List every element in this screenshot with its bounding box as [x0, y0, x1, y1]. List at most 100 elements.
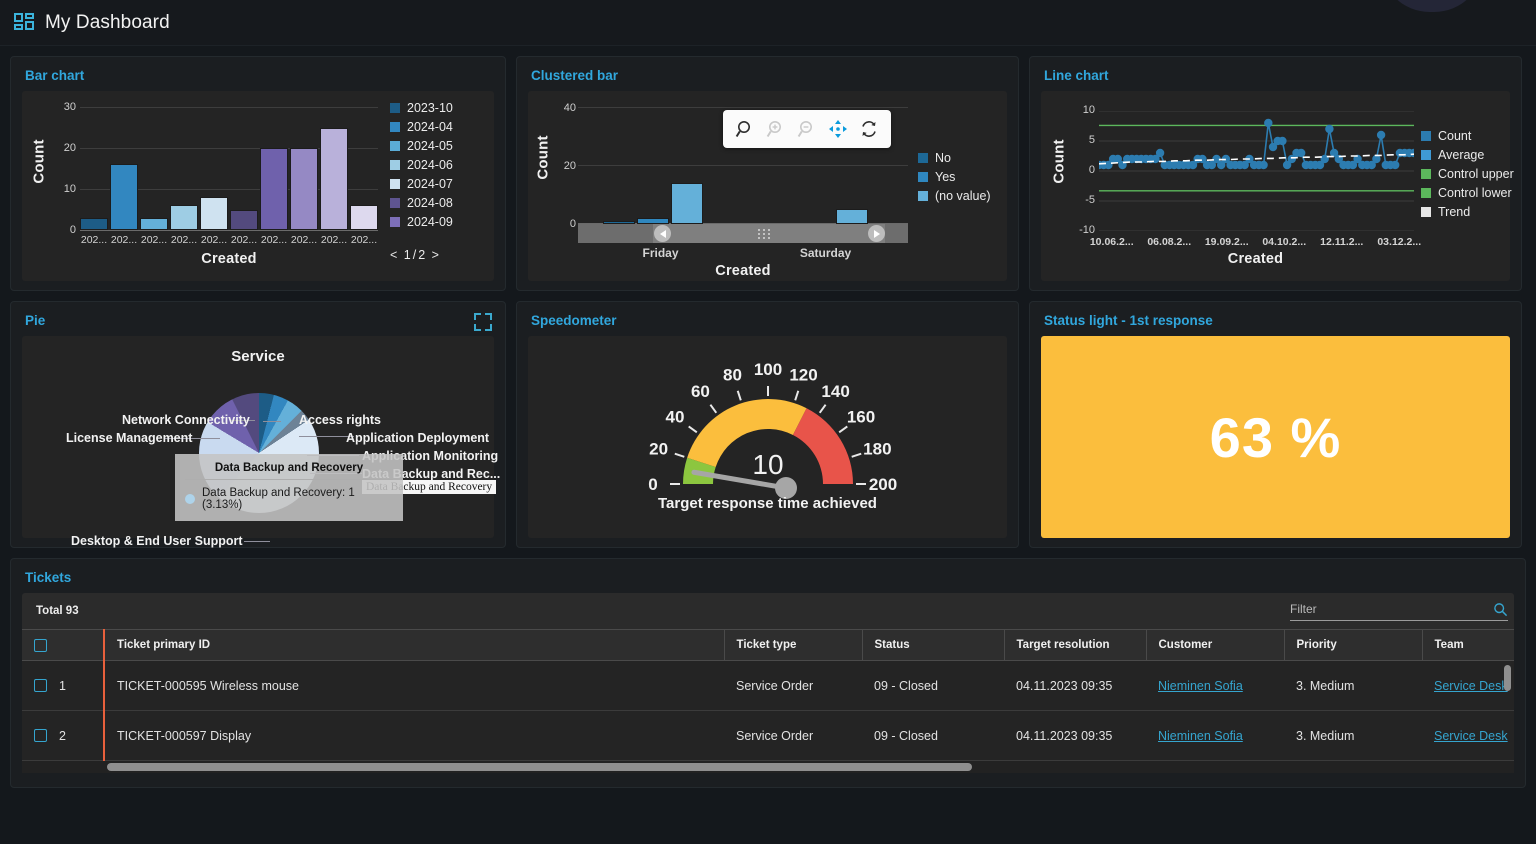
legend-prev-page[interactable]: < [390, 248, 399, 262]
bar[interactable] [290, 148, 318, 230]
link-team[interactable]: Service Desk [1434, 729, 1508, 743]
legend-item-label: 2024-07 [407, 177, 453, 191]
gauge-tick-label: 80 [723, 366, 742, 385]
clustered-bar[interactable] [836, 209, 868, 224]
search-icon[interactable] [1493, 602, 1508, 617]
tickets-header-row: Ticket primary IDTicket typeStatusTarget… [22, 630, 1514, 661]
column-header-primary_id[interactable]: Ticket primary ID [104, 630, 724, 661]
row-checkbox[interactable] [34, 679, 47, 692]
bar[interactable] [350, 205, 378, 230]
legend-item[interactable]: 2024-08 [390, 196, 453, 210]
clustered-bar[interactable] [671, 183, 703, 224]
legend-color-swatch [390, 160, 400, 170]
data-point[interactable] [1297, 149, 1305, 157]
gauge-tick-label: 0 [648, 475, 657, 494]
tickets-table-scroll[interactable]: Ticket primary IDTicket typeStatusTarget… [22, 629, 1514, 761]
bar[interactable] [320, 128, 348, 231]
legend-item[interactable]: Average [1421, 148, 1514, 162]
data-point[interactable] [1278, 137, 1286, 145]
link-customer[interactable]: Nieminen Sofia [1158, 679, 1243, 693]
legend-item[interactable]: Control upper [1421, 167, 1514, 181]
select-all-checkbox[interactable] [34, 639, 47, 652]
pan-move-icon[interactable] [828, 119, 848, 139]
x-tick: 202... [200, 234, 228, 246]
x-tick: 10.06.2... [1083, 236, 1141, 248]
legend-item[interactable]: 2023-10 [390, 101, 453, 115]
tickets-filter-group[interactable] [1290, 602, 1508, 621]
bar[interactable] [110, 164, 138, 230]
table-row[interactable]: 1TICKET-000595 Wireless mouseService Ord… [22, 661, 1514, 711]
drag-grip-icon[interactable] [758, 229, 772, 238]
line-chart-plot-area: Count 10 5 0 -5 -10 10.06.2...06.08.2...… [1041, 91, 1510, 281]
cell-status: 09 - Closed [862, 711, 1004, 761]
legend-item[interactable]: 2024-06 [390, 158, 453, 172]
data-point[interactable] [1156, 149, 1164, 157]
column-header-status[interactable]: Status [862, 630, 1004, 661]
table-row[interactable]: 2TICKET-000597 DisplayService Order09 - … [22, 711, 1514, 761]
data-point[interactable] [1264, 119, 1272, 127]
zoom-out-icon[interactable] [797, 119, 817, 139]
legend-item[interactable]: 2024-04 [390, 120, 453, 134]
legend-item[interactable]: Control lower [1421, 186, 1514, 200]
zoom-select-icon[interactable] [735, 119, 755, 139]
column-header-customer[interactable]: Customer [1146, 630, 1284, 661]
row-index: 2 [59, 729, 66, 743]
bar-chart-bars-wrap [80, 107, 378, 230]
tickets-horizontal-scrollbar[interactable] [22, 761, 1514, 773]
reset-refresh-icon[interactable] [859, 119, 879, 139]
gauge-tick [710, 405, 716, 413]
tickets-horizontal-scrollbar-thumb[interactable] [107, 763, 972, 771]
bar[interactable] [200, 197, 228, 230]
zoom-in-icon[interactable] [766, 119, 786, 139]
legend-item-label: No [935, 151, 951, 165]
link-customer[interactable]: Nieminen Sofia [1158, 729, 1243, 743]
expand-fullscreen-icon[interactable] [473, 312, 493, 332]
cell-primary_id: TICKET-000597 Display [104, 711, 724, 761]
tickets-toolbar: Total 93 [22, 593, 1514, 629]
scroll-right-arrow[interactable] [868, 225, 885, 242]
legend-next-page[interactable]: > [432, 248, 441, 262]
legend-item[interactable]: Yes [918, 170, 991, 184]
legend-item[interactable]: 2024-09 [390, 215, 453, 229]
filter-input[interactable] [1290, 602, 1493, 616]
legend-item[interactable]: Trend [1421, 205, 1514, 219]
gauge-tick-label: 100 [754, 360, 782, 379]
tickets-vertical-scrollbar-thumb[interactable] [1504, 665, 1511, 691]
clustered-horizontal-scrollbar[interactable] [578, 224, 908, 243]
legend-item[interactable]: No [918, 151, 991, 165]
scroll-left-arrow[interactable] [654, 225, 671, 242]
bar-chart-legend-pager[interactable]: < 1/2 > [390, 246, 441, 264]
legend-color-swatch [1421, 131, 1431, 141]
column-header-target_resolution[interactable]: Target resolution [1004, 630, 1146, 661]
bar[interactable] [260, 148, 288, 230]
data-point[interactable] [1325, 125, 1333, 133]
data-point[interactable] [1259, 161, 1267, 169]
legend-item[interactable]: (no value) [918, 189, 991, 203]
cell-idx: 1 [22, 661, 104, 711]
bar[interactable] [140, 218, 168, 230]
legend-item[interactable]: 2024-05 [390, 139, 453, 153]
legend-item[interactable]: Count [1421, 129, 1514, 143]
x-tick: 202... [230, 234, 258, 246]
chart-toolbar[interactable] [723, 110, 891, 148]
legend-item-label: Average [1438, 148, 1484, 162]
data-point[interactable] [1391, 161, 1399, 169]
bar-chart-x-axis-label: Created [80, 251, 378, 267]
data-point[interactable] [1377, 131, 1385, 139]
link-team[interactable]: Service Desk [1434, 679, 1508, 693]
column-header-ticket_type[interactable]: Ticket type [724, 630, 862, 661]
pie-tooltip: Data Backup and Recovery Data Backup and… [175, 454, 403, 521]
bar[interactable] [80, 218, 108, 230]
bar[interactable] [170, 205, 198, 230]
cell-priority: 3. Medium [1284, 711, 1422, 761]
bar[interactable] [230, 210, 258, 231]
column-header-priority[interactable]: Priority [1284, 630, 1422, 661]
row-checkbox[interactable] [34, 729, 47, 742]
pie-label-network-connectivity: Network Connectivity [122, 413, 250, 427]
column-header-team[interactable]: Team [1422, 630, 1514, 661]
panel-clustered-bar: Clustered bar Count 40 20 0 [516, 56, 1019, 291]
column-header-idx[interactable] [22, 630, 104, 661]
line-y-ticks: 10 5 0 -5 -10 [1069, 104, 1095, 239]
status-light-value: 63 % [1210, 405, 1342, 470]
legend-item[interactable]: 2024-07 [390, 177, 453, 191]
